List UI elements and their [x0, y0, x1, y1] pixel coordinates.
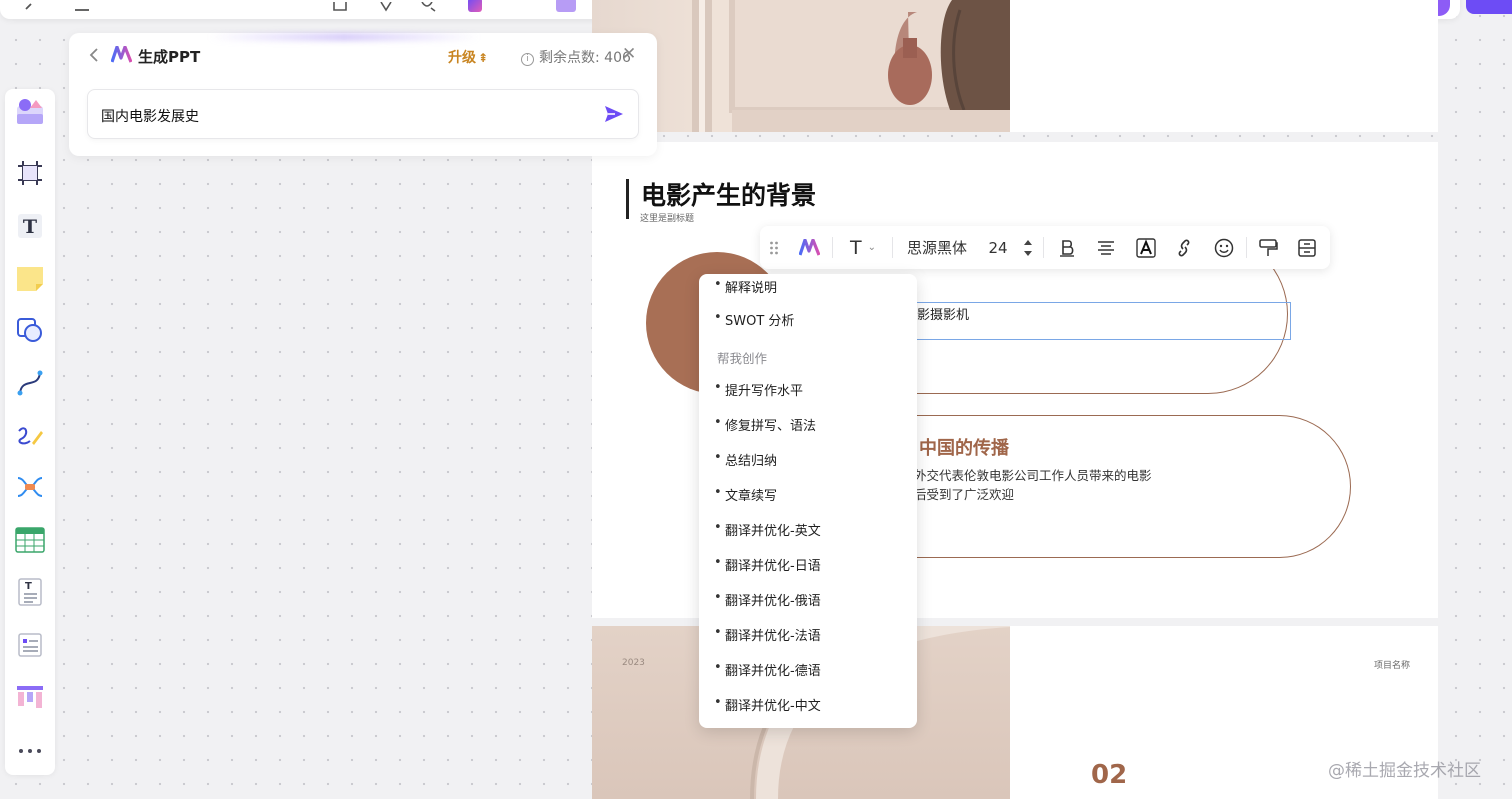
- text-style-icon: T: [850, 236, 862, 259]
- menu-item[interactable]: 文章续写: [714, 485, 777, 504]
- more-format-icon[interactable]: [1292, 226, 1322, 269]
- back-icon[interactable]: [22, 2, 38, 16]
- app-icon[interactable]: [556, 0, 576, 12]
- shape-icon[interactable]: [14, 314, 46, 346]
- more-icon[interactable]: [14, 735, 46, 767]
- menu-item[interactable]: 总结归纳: [714, 450, 777, 469]
- kanban-icon[interactable]: [14, 681, 46, 713]
- font-family-select[interactable]: 思源黑体: [900, 226, 974, 269]
- close-icon[interactable]: ✕: [622, 44, 636, 64]
- watermark: @稀土掘金技术社区: [1328, 761, 1481, 781]
- menu-item[interactable]: 翻译并优化-日语: [714, 555, 821, 574]
- menu-item[interactable]: 翻译并优化-俄语: [714, 590, 821, 609]
- slide-title[interactable]: 电影产生的背景: [641, 176, 816, 212]
- chevron-down-icon: ⌄: [867, 242, 876, 253]
- card-1-text[interactable]: 影摄影机: [917, 304, 969, 323]
- frame-icon[interactable]: [14, 157, 46, 189]
- separator: [832, 237, 833, 258]
- bold-icon[interactable]: [1052, 226, 1082, 269]
- menu-item[interactable]: 翻译并优化-德语: [714, 660, 821, 679]
- ai-assist-icon[interactable]: [796, 226, 822, 269]
- mindmap-icon[interactable]: [14, 471, 46, 503]
- menu-item[interactable]: 修复拼写、语法: [714, 415, 816, 434]
- menu-section-label: 帮我创作: [717, 351, 768, 366]
- section-number[interactable]: 02: [1091, 760, 1127, 790]
- drag-handle-icon[interactable]: [766, 226, 782, 269]
- title-accent-bar: [626, 179, 629, 219]
- panel-glow: [209, 33, 479, 41]
- ai-actions-menu: 解释说明 SWOT 分析 帮我创作 提升写作水平 修复拼写、语法 总结归纳 文章…: [699, 274, 917, 728]
- svg-text:T: T: [25, 581, 32, 592]
- font-size-stepper[interactable]: [1020, 226, 1036, 269]
- text-icon[interactable]: T: [14, 210, 46, 242]
- panel-title: 生成PPT: [138, 48, 201, 66]
- sticky-note-icon[interactable]: [14, 262, 46, 294]
- back-icon[interactable]: [89, 48, 99, 62]
- info-icon: i: [521, 53, 534, 66]
- share-button[interactable]: [1466, 0, 1512, 14]
- separator: [1246, 237, 1247, 258]
- menu-item[interactable]: 翻译并优化-英文: [714, 520, 821, 539]
- project-name[interactable]: 项目名称: [1374, 658, 1410, 671]
- text-color-icon[interactable]: [1131, 226, 1161, 269]
- ai-assistant-icon[interactable]: [468, 0, 482, 12]
- templates-icon[interactable]: [14, 95, 46, 127]
- menu-item[interactable]: 提升写作水平: [714, 380, 803, 399]
- send-icon[interactable]: [604, 104, 624, 124]
- upgrade-button[interactable]: 升级 ⇞: [448, 47, 488, 67]
- svg-text:T: T: [23, 216, 37, 238]
- location-icon[interactable]: [378, 2, 394, 16]
- text-style-dropdown[interactable]: T ⌄: [840, 226, 886, 269]
- upgrade-icon: ⇞: [478, 51, 489, 65]
- topic-input-value[interactable]: 国内电影发展史: [101, 106, 199, 126]
- doc-icon[interactable]: [332, 2, 348, 16]
- table-icon[interactable]: [14, 524, 46, 556]
- menu-item[interactable]: SWOT 分析: [714, 310, 794, 329]
- align-center-icon[interactable]: [1091, 226, 1121, 269]
- menu-item[interactable]: 解释说明: [714, 277, 777, 296]
- text-format-toolbar: T ⌄ 思源黑体 24: [760, 226, 1330, 269]
- format-painter-icon[interactable]: [1253, 226, 1283, 269]
- menu-item[interactable]: 翻译并优化-中文: [714, 695, 821, 714]
- emoji-icon[interactable]: [1209, 226, 1239, 269]
- card-2-desc-line: 外交代表伦敦电影公司工作人员带来的电影: [914, 468, 1152, 483]
- generate-ppt-panel: 生成PPT 升级 ⇞ i 剩余点数: 406 ✕ 国内电影发展史: [69, 33, 657, 156]
- pen-icon[interactable]: [14, 419, 46, 451]
- card-2-desc-line: 后受到了广泛欢迎: [914, 487, 1015, 502]
- list-icon[interactable]: [14, 629, 46, 661]
- slide-year[interactable]: 2023: [622, 658, 645, 668]
- menu-item[interactable]: 翻译并优化-法语: [714, 625, 821, 644]
- ai-logo-icon: [111, 46, 132, 63]
- connector-icon[interactable]: [14, 367, 46, 399]
- upgrade-label: 升级: [448, 50, 476, 66]
- points-label: 剩余点数: 406: [539, 50, 631, 66]
- topic-input[interactable]: 国内电影发展史: [87, 89, 639, 139]
- card-2-description[interactable]: 外交代表伦敦电影公司工作人员带来的电影 后受到了广泛欢迎: [914, 466, 1152, 504]
- font-size-value[interactable]: 24: [982, 226, 1014, 269]
- card-2-title[interactable]: 中国的传播: [919, 434, 1009, 460]
- document-icon[interactable]: T: [14, 576, 46, 608]
- link-icon[interactable]: [1169, 226, 1199, 269]
- menu-icon[interactable]: [74, 2, 90, 16]
- points-remaining: i 剩余点数: 406: [521, 47, 631, 67]
- search-icon[interactable]: [420, 2, 436, 16]
- separator: [892, 237, 893, 258]
- left-toolbar: T T: [5, 89, 55, 775]
- slide-1[interactable]: [592, 0, 1438, 132]
- separator: [1043, 237, 1044, 258]
- slide-subtitle[interactable]: 这里是副标题: [640, 211, 694, 224]
